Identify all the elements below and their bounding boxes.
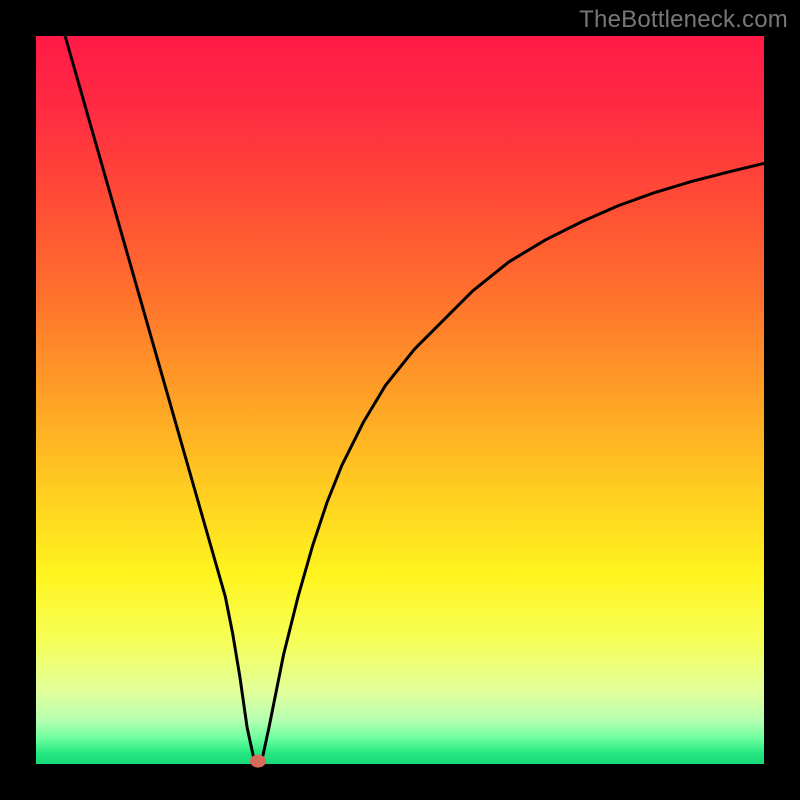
minimum-marker — [250, 755, 266, 768]
watermark-text: TheBottleneck.com — [579, 6, 788, 34]
bottleneck-chart — [0, 0, 800, 800]
chart-container: TheBottleneck.com — [0, 0, 800, 800]
plot-background — [36, 36, 764, 764]
